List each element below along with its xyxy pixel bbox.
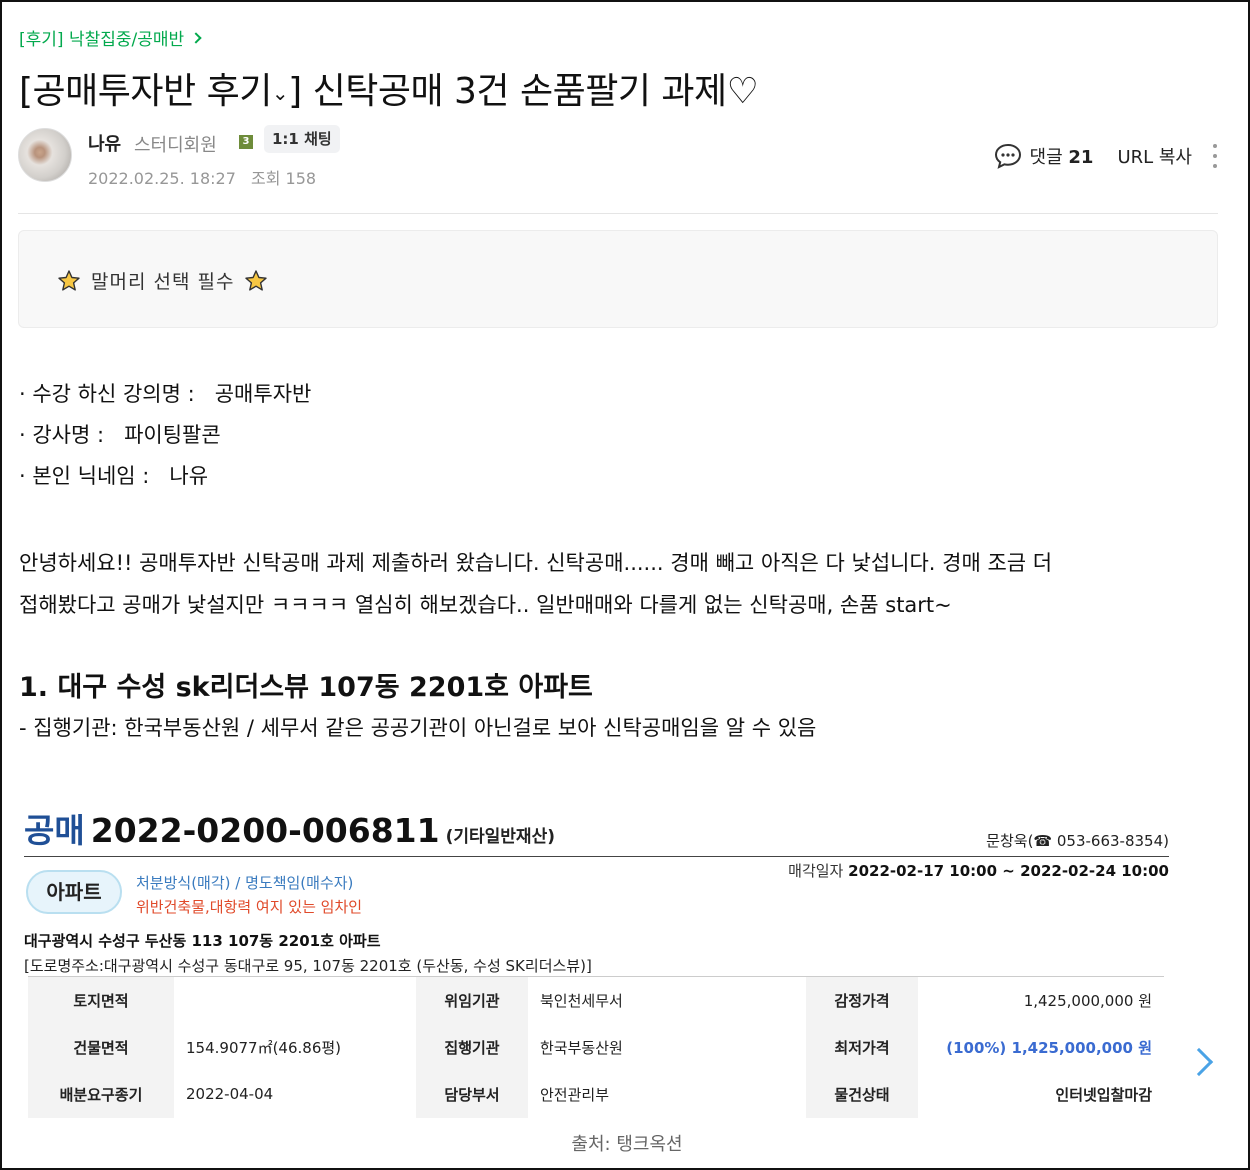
post-date: 2022.02.25. 18:27	[88, 169, 236, 188]
info-nickname: · 본인 닉네임 : 나유	[19, 460, 208, 490]
avatar[interactable]	[18, 128, 72, 182]
info-label: · 본인 닉네임 :	[19, 464, 150, 488]
info-lecture: · 수강 하신 강의명 : 공매투자반	[19, 378, 311, 408]
paragraph-line: 안녕하세요!! 공매투자반 신탁공매 과제 제출하러 왔습니다. 신탁공매...…	[19, 551, 1053, 575]
chevron-right-icon	[190, 31, 202, 44]
table-header-cell: 위임기관	[416, 976, 528, 1024]
comment-icon[interactable]	[994, 143, 1022, 169]
disposal-method: 처분방식(매각) / 명도책임(매수자)	[136, 874, 354, 892]
table-header-cell: 물건상태	[806, 1070, 918, 1118]
table-cell: 1,425,000,000 원	[1023, 991, 1152, 1010]
table-cell: 한국부동산원	[540, 1038, 623, 1057]
table-header-cell: 배분요구종기	[28, 1070, 174, 1118]
author-nickname[interactable]: 나유	[88, 130, 121, 156]
info-value: 공매투자반	[214, 382, 312, 406]
table-cell: 북인천세무서	[540, 991, 623, 1010]
section-heading: 1. 대구 수성 sk리더스뷰 107동 2201호 아파트	[19, 672, 593, 703]
table-cell: 2022-04-04	[186, 1085, 274, 1103]
author-bar: 나유 스터디회원 3 1:1 채팅 2022.02.25. 18:27 조회 1…	[18, 125, 1218, 189]
info-instructor: · 강사명 : 파이팅팔콘	[19, 419, 221, 449]
star-icon	[58, 269, 80, 291]
title-prefix: [공매투자반 후기	[19, 71, 272, 112]
table-row: 배분요구종기 2022-04-04 담당부서 안전관리부 물건상태 인터넷입찰마…	[28, 1070, 1164, 1118]
table-cell: 안전관리부	[540, 1085, 610, 1104]
date-value: 2022-02-17 10:00 ~ 2022-02-24 10:00	[848, 862, 1169, 880]
divider	[24, 856, 1169, 857]
auction-title: 공매 2022-0200-006811 (기타일반재산)	[24, 804, 555, 852]
breadcrumb[interactable]: [후기] 낙찰집중/공매반	[19, 25, 202, 50]
notice-box: 말머리 선택 필수	[18, 230, 1218, 328]
info-label: · 수강 하신 강의명 :	[19, 382, 195, 406]
warning-text: 위반건축물,대항력 여지 있는 임차인	[136, 898, 363, 916]
auction-category: (기타일반재산)	[445, 827, 555, 847]
chevron-down-icon[interactable]: ⌄	[272, 81, 289, 105]
info-label: · 강사명 :	[19, 423, 105, 447]
paragraph-line: 접해봤다고 공매가 낯설지만 ㅋㅋㅋㅋ 열심히 해보겠습다.. 일반매매와 다를…	[19, 593, 952, 617]
post-frame: [후기] 낙찰집중/공매반 [공매투자반 후기⌄] 신탁공매 3건 손품팔기 과…	[0, 0, 1250, 1170]
table-cell: 인터넷입찰마감	[1055, 1085, 1152, 1104]
embedded-auction-image[interactable]: 공매 2022-0200-006811 (기타일반재산) 문창욱(☎ 053-663…	[24, 802, 1214, 1132]
table-cell: 154.9077㎡(46.86평)	[186, 1038, 342, 1057]
notice-text: 말머리 선택 필수	[91, 271, 235, 293]
auction-contact: 문창욱(☎ 053-663-8354)	[986, 832, 1169, 850]
road-address: [도로명주소:대구광역시 수성구 동대구로 95, 107동 2201호 (두산…	[24, 957, 592, 975]
table-row: 토지면적 위임기관 북인천세무서 감정가격 1,425,000,000 원	[28, 976, 1164, 1024]
star-icon	[245, 269, 268, 291]
auction-date: 매각일자 2022-02-17 10:00 ~ 2022-02-24 10:00	[788, 860, 1169, 881]
property-type-badge: 아파트	[26, 870, 122, 914]
post-actions: 댓글 21 URL 복사	[994, 142, 1218, 170]
section-note: - 집행기관: 한국부동산원 / 세무서 같은 공공기관이 아닌걸로 보아 신탁…	[19, 716, 817, 740]
title-suffix: ] 신탁공매 3건 손품팔기 과제♡	[288, 71, 759, 112]
auction-kind: 공매	[24, 811, 85, 850]
table-cell	[174, 977, 416, 1024]
table-header-cell: 담당부서	[416, 1070, 528, 1118]
info-value: 파이팅팔콘	[124, 423, 221, 447]
auction-info-table: 토지면적 위임기관 북인천세무서 감정가격 1,425,000,000 원 건물…	[28, 976, 1164, 1118]
property-address: 대구광역시 수성구 두산동 113 107동 2201호 아파트	[24, 932, 381, 950]
view-count: 조회 158	[250, 169, 317, 188]
chat-button[interactable]: 1:1 채팅	[264, 125, 340, 153]
breadcrumb-label[interactable]: [후기] 낙찰집중/공매반	[19, 25, 184, 50]
date-label: 매각일자	[788, 862, 844, 880]
comment-count: 21	[1068, 147, 1094, 168]
table-header-cell: 건물면적	[28, 1023, 174, 1071]
author-grade: 스터디회원	[134, 135, 217, 156]
table-header-cell: 토지면적	[28, 976, 174, 1024]
more-options-icon[interactable]	[1212, 144, 1218, 168]
table-header-cell: 최저가격	[806, 1023, 918, 1071]
body-paragraph: 안녕하세요!! 공매투자반 신탁공매 과제 제출하러 왔습니다. 신탁공매...…	[19, 542, 1219, 626]
chevron-right-icon[interactable]	[1184, 1047, 1214, 1077]
image-caption: 출처: 탱크옥션	[571, 1134, 683, 1155]
table-cell: (100%) 1,425,000,000 원	[946, 1038, 1152, 1057]
url-copy-button[interactable]: URL 복사	[1117, 143, 1192, 169]
table-row: 건물면적 154.9077㎡(46.86평) 집행기관 한국부동산원 최저가격 …	[28, 1023, 1164, 1071]
level-badge: 3	[239, 135, 253, 149]
comment-button[interactable]: 댓글 21	[1030, 143, 1094, 169]
table-header-cell: 감정가격	[806, 976, 918, 1024]
comment-label: 댓글	[1029, 147, 1063, 168]
post-meta: 2022.02.25. 18:27 조회 158	[88, 165, 316, 189]
post-title: [공매투자반 후기⌄] 신탁공매 3건 손품팔기 과제♡	[19, 62, 759, 114]
table-header-cell: 집행기관	[416, 1023, 528, 1071]
auction-number: 2022-0200-006811	[90, 811, 440, 850]
divider	[18, 213, 1218, 214]
info-value: 나유	[169, 464, 209, 488]
